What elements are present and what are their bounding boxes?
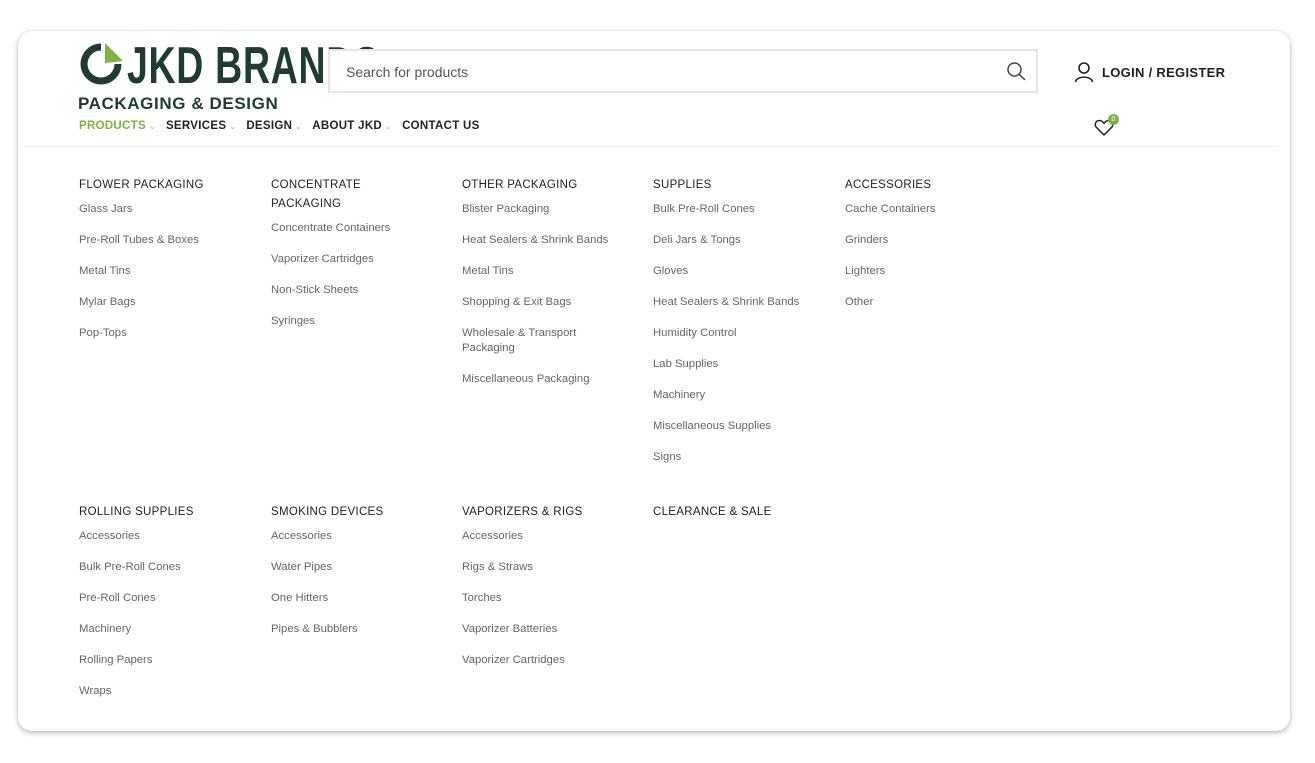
menu-column-rolling-supplies: ROLLING SUPPLIES Accessories Bulk Pre-Ro… <box>79 503 259 715</box>
menu-heading[interactable]: SUPPLIES <box>653 176 833 195</box>
menu-link[interactable]: Non-Stick Sheets <box>271 283 391 298</box>
wishlist-button[interactable]: 0 <box>1092 114 1122 138</box>
chevron-down-icon: ⌄ <box>229 121 237 131</box>
search-icon[interactable] <box>1006 61 1026 81</box>
menu-link[interactable]: Accessories <box>462 529 642 544</box>
menu-link[interactable]: Pre-Roll Cones <box>79 591 259 606</box>
menu-column-flower-packaging: FLOWER PACKAGING Glass Jars Pre-Roll Tub… <box>79 176 259 357</box>
chevron-down-icon: ⌄ <box>295 121 303 131</box>
menu-heading[interactable]: FLOWER PACKAGING <box>79 176 259 195</box>
menu-link[interactable]: Glass Jars <box>79 202 259 217</box>
nav-item-products[interactable]: PRODUCTS ⌄ <box>79 120 156 132</box>
nav-item-services[interactable]: SERVICES ⌄ <box>166 120 236 132</box>
nav-label: SERVICES <box>165 120 227 132</box>
menu-link[interactable]: Rigs & Straws <box>462 560 642 575</box>
brand-tagline: PACKAGING & DESIGN <box>78 94 279 113</box>
menu-heading[interactable]: SMOKING DEVICES <box>271 503 451 522</box>
menu-link[interactable]: Vaporizer Cartridges <box>271 252 391 267</box>
nav-label: CONTACT US <box>402 120 480 132</box>
menu-link[interactable]: Cache Containers <box>845 202 1025 217</box>
login-register-link[interactable]: LOGIN / REGISTER <box>1074 61 1225 83</box>
menu-heading[interactable]: CONCENTRATE PACKAGING <box>271 176 391 214</box>
menu-link[interactable]: Rolling Papers <box>79 653 259 668</box>
menu-link[interactable]: Pipes & Bubblers <box>271 622 451 637</box>
menu-link[interactable]: Accessories <box>79 529 259 544</box>
nav-item-design[interactable]: DESIGN ⌄ <box>246 120 302 132</box>
menu-link[interactable]: Pre-Roll Tubes & Boxes <box>79 233 259 248</box>
menu-link[interactable]: Gloves <box>653 264 833 279</box>
menu-link[interactable]: Vaporizer Batteries <box>462 622 642 637</box>
login-register-label: LOGIN / REGISTER <box>1102 64 1226 80</box>
main-nav: PRODUCTS ⌄ SERVICES ⌄ DESIGN ⌄ ABOUT JKD ⌄ C… <box>79 119 490 133</box>
search-bar <box>328 49 1038 93</box>
menu-link[interactable]: Humidity Control <box>653 326 833 341</box>
menu-link[interactable]: Lab Supplies <box>653 357 833 372</box>
menu-link[interactable]: Shopping & Exit Bags <box>462 295 632 310</box>
nav-label: ABOUT JKD <box>312 120 383 132</box>
menu-heading[interactable]: ACCESSORIES <box>845 176 1025 195</box>
menu-link[interactable]: Mylar Bags <box>79 295 259 310</box>
nav-item-contact-us[interactable]: CONTACT US <box>402 120 480 132</box>
menu-column-accessories: ACCESSORIES Cache Containers Grinders Li… <box>845 176 1025 326</box>
nav-label: DESIGN <box>246 120 293 132</box>
menu-column-supplies: SUPPLIES Bulk Pre-Roll Cones Deli Jars &… <box>653 176 833 481</box>
nav-item-about-jkd[interactable]: ABOUT JKD ⌄ <box>312 120 392 132</box>
menu-link[interactable]: Wraps <box>79 684 259 699</box>
menu-link[interactable]: Concentrate Containers <box>271 221 391 236</box>
menu-link[interactable]: Metal Tins <box>79 264 259 279</box>
menu-link[interactable]: Deli Jars & Tongs <box>653 233 833 248</box>
menu-column-clearance-sale: CLEARANCE & SALE <box>653 503 833 529</box>
menu-link[interactable]: Miscellaneous Supplies <box>653 419 833 434</box>
menu-link[interactable]: Pop-Tops <box>79 326 259 341</box>
menu-link[interactable]: Grinders <box>845 233 1025 248</box>
menu-link[interactable]: Torches <box>462 591 642 606</box>
menu-link[interactable]: One Hitters <box>271 591 451 606</box>
menu-link[interactable]: Wholesale & Transport Packaging <box>462 326 612 356</box>
search-input[interactable] <box>344 51 988 93</box>
chevron-down-icon: ⌄ <box>385 121 393 131</box>
menu-link[interactable]: Accessories <box>271 529 451 544</box>
chevron-down-icon: ⌄ <box>148 121 156 131</box>
menu-heading[interactable]: OTHER PACKAGING <box>462 176 632 195</box>
menu-link[interactable]: Syringes <box>271 314 391 329</box>
menu-link[interactable]: Vaporizer Cartridges <box>462 653 642 668</box>
recycle-arrow-logo-icon <box>80 43 123 85</box>
menu-heading[interactable]: ROLLING SUPPLIES <box>79 503 259 522</box>
site-header-card: JKD BRANDS PACKAGING & DESIGN LOGIN / RE… <box>18 31 1290 731</box>
menu-link[interactable]: Bulk Pre-Roll Cones <box>79 560 259 575</box>
menu-column-concentrate-packaging: CONCENTRATE PACKAGING Concentrate Contai… <box>271 176 391 345</box>
menu-link[interactable]: Lighters <box>845 264 1025 279</box>
menu-column-smoking-devices: SMOKING DEVICES Accessories Water Pipes … <box>271 503 451 653</box>
menu-heading[interactable]: CLEARANCE & SALE <box>653 503 833 522</box>
menu-link[interactable]: Heat Sealers & Shrink Bands <box>462 233 632 248</box>
menu-link[interactable]: Blister Packaging <box>462 202 632 217</box>
menu-link[interactable]: Miscellaneous Packaging <box>462 372 632 387</box>
nav-label: PRODUCTS <box>79 120 146 132</box>
menu-link[interactable]: Machinery <box>653 388 833 403</box>
menu-link[interactable]: Water Pipes <box>271 560 451 575</box>
menu-link[interactable]: Machinery <box>79 622 259 637</box>
menu-column-vaporizers-rigs: VAPORIZERS & RIGS Accessories Rigs & Str… <box>462 503 642 684</box>
menu-link[interactable]: Heat Sealers & Shrink Bands <box>653 295 833 310</box>
user-icon <box>1074 62 1094 83</box>
menu-column-other-packaging: OTHER PACKAGING Blister Packaging Heat S… <box>462 176 632 403</box>
header-divider <box>18 146 1277 147</box>
brand-logo[interactable]: JKD BRANDS PACKAGING & DESIGN <box>77 37 379 113</box>
menu-link[interactable]: Other <box>845 295 1025 310</box>
wishlist-count-badge: 0 <box>1108 114 1119 125</box>
menu-heading[interactable]: VAPORIZERS & RIGS <box>462 503 642 522</box>
menu-link[interactable]: Signs <box>653 450 833 465</box>
menu-link[interactable]: Bulk Pre-Roll Cones <box>653 202 833 217</box>
menu-link[interactable]: Metal Tins <box>462 264 632 279</box>
